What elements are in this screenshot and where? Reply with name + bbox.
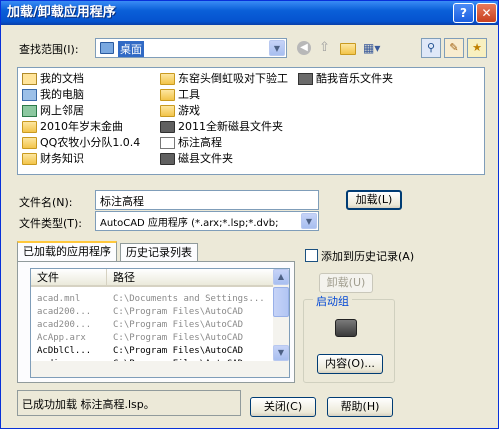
chevron-down-icon[interactable]: ▼ bbox=[269, 40, 285, 56]
filename-input[interactable]: 标注高程 bbox=[95, 190, 319, 210]
startup-group-title: 启动组 bbox=[313, 293, 352, 309]
look-in-value: 桌面 bbox=[118, 41, 144, 57]
file-item-label: 工具 bbox=[178, 88, 200, 101]
file-item[interactable]: 2010年岁末金曲 bbox=[20, 119, 123, 135]
column-header-path[interactable]: 路径 bbox=[107, 269, 275, 287]
back-icon[interactable]: ◀ bbox=[297, 41, 311, 55]
scroll-down-icon[interactable]: ▼ bbox=[273, 345, 289, 361]
column-header-file[interactable]: 文件 bbox=[31, 269, 107, 287]
table-row-file[interactable]: acad200... bbox=[37, 306, 91, 318]
table-row-file[interactable]: AcDblCl... bbox=[37, 345, 91, 357]
window-title: 加载/卸载应用程序 bbox=[7, 5, 116, 20]
file-item[interactable]: 我的文档 bbox=[20, 71, 84, 87]
folder-icon bbox=[22, 121, 37, 133]
briefcase-icon bbox=[335, 319, 357, 337]
file-item[interactable]: 2011全新磁县文件夹 bbox=[158, 119, 283, 135]
find-icon[interactable]: ⚲ bbox=[421, 38, 441, 58]
table-row-path: C:\Program Files\AutoCAD bbox=[113, 307, 244, 317]
tab-history-list[interactable]: 历史记录列表 bbox=[120, 243, 198, 262]
file-item-label: 东窑头倒虹吸对下验工 bbox=[178, 72, 288, 85]
table-row-path: C:\Program Files\AutoCAD bbox=[113, 333, 244, 343]
chevron-down-icon[interactable]: ▼ bbox=[301, 213, 317, 229]
folder-icon bbox=[22, 153, 37, 165]
horizontal-scrollbar[interactable] bbox=[31, 361, 275, 377]
add-history-checkbox[interactable] bbox=[305, 249, 318, 262]
file-item-label: 磁县文件夹 bbox=[178, 152, 233, 165]
help-title-button[interactable]: ? bbox=[453, 3, 474, 23]
loaded-apps-panel: 文件 路径 acad.mnl C:\Documents and Settings… bbox=[17, 261, 295, 383]
file-list[interactable]: 我的文档 我的电脑 网上邻居 2010年岁末金曲 QQ农牧小分队1.0.4 财务… bbox=[17, 67, 485, 175]
favorites-icon[interactable]: ★ bbox=[467, 38, 487, 58]
load-button[interactable]: 加载(L) bbox=[346, 190, 402, 210]
file-item-label: 我的电脑 bbox=[40, 88, 84, 101]
file-item[interactable]: 磁县文件夹 bbox=[158, 151, 233, 167]
table-row-file[interactable]: AcApp.arx bbox=[37, 332, 86, 344]
desktop-icon bbox=[100, 42, 114, 54]
table-row-path: C:\Program Files\AutoCAD bbox=[113, 320, 244, 330]
file-item[interactable]: QQ农牧小分队1.0.4 bbox=[20, 135, 140, 151]
loaded-apps-table[interactable]: 文件 路径 acad.mnl C:\Documents and Settings… bbox=[30, 268, 290, 378]
filename-value: 标注高程 bbox=[100, 195, 144, 208]
close-button[interactable]: 关闭(C) bbox=[250, 397, 316, 417]
up-folder-icon[interactable]: ⇧ bbox=[319, 41, 333, 55]
file-item[interactable]: 东窑头倒虹吸对下验工 bbox=[158, 71, 288, 87]
folder-icon bbox=[160, 121, 175, 133]
table-row-path: C:\Program Files\AutoCAD bbox=[113, 346, 244, 356]
file-item-label: 酷我音乐文件夹 bbox=[316, 72, 393, 85]
look-in-label: 查找范围(I): bbox=[19, 43, 79, 56]
new-folder-icon[interactable] bbox=[340, 43, 356, 55]
help-button[interactable]: 帮助(H) bbox=[327, 397, 393, 417]
file-item-label: QQ农牧小分队1.0.4 bbox=[40, 136, 141, 149]
table-row-file[interactable]: acad200... bbox=[37, 319, 91, 331]
file-item-label: 财务知识 bbox=[40, 152, 84, 165]
music-folder-icon bbox=[298, 73, 313, 85]
filename-label: 文件名(N): bbox=[19, 196, 73, 209]
file-item[interactable]: 工具 bbox=[158, 87, 200, 103]
file-item-label: 标注高程 bbox=[178, 136, 222, 149]
table-row-file[interactable]: acad.mnl bbox=[37, 293, 80, 305]
file-item[interactable]: 标注高程 bbox=[158, 135, 222, 151]
status-box: 已成功加载 标注高程.lsp。 bbox=[17, 390, 241, 416]
my-computer-icon bbox=[22, 89, 37, 101]
tab-loaded-apps[interactable]: 已加载的应用程序 bbox=[17, 241, 117, 262]
file-item-label: 2011全新磁县文件夹 bbox=[178, 120, 283, 133]
file-item[interactable]: 网上邻居 bbox=[20, 103, 84, 119]
close-title-button[interactable]: ✕ bbox=[476, 3, 497, 23]
load-unload-dialog: 加载/卸载应用程序 ? ✕ 查找范围(I): 桌面 ▼ ◀ ⇧ ▦▾ ⚲ ✎ ★… bbox=[0, 0, 499, 429]
scroll-up-icon[interactable]: ▲ bbox=[273, 269, 289, 285]
filetype-label: 文件类型(T): bbox=[19, 217, 83, 230]
file-item-label: 游戏 bbox=[178, 104, 200, 117]
views-icon[interactable]: ▦▾ bbox=[363, 41, 385, 56]
table-row-path: C:\Documents and Settings... bbox=[113, 294, 265, 304]
filetype-value: AutoCAD 应用程序 (*.arx;*.lsp;*.dvb; bbox=[100, 218, 279, 229]
folder-icon bbox=[160, 89, 175, 101]
file-item[interactable]: 我的电脑 bbox=[20, 87, 84, 103]
my-documents-icon bbox=[22, 73, 37, 85]
status-text: 已成功加载 标注高程.lsp。 bbox=[22, 398, 155, 411]
folder-icon bbox=[160, 105, 175, 117]
file-item-label: 网上邻居 bbox=[40, 104, 84, 117]
file-item-label: 我的文档 bbox=[40, 72, 84, 85]
folder-icon bbox=[160, 73, 175, 85]
scroll-thumb[interactable] bbox=[273, 287, 289, 317]
unload-button[interactable]: 卸载(U) bbox=[319, 273, 373, 293]
contents-button[interactable]: 内容(O)... bbox=[317, 354, 383, 374]
folder-icon bbox=[22, 137, 37, 149]
vertical-scrollbar[interactable]: ▲ ▼ bbox=[273, 269, 289, 377]
tools-icon[interactable]: ✎ bbox=[444, 38, 464, 58]
network-places-icon bbox=[22, 105, 37, 117]
filetype-combo[interactable]: AutoCAD 应用程序 (*.arx;*.lsp;*.dvb; ▼ bbox=[95, 211, 319, 231]
add-history-label: 添加到历史记录(A) bbox=[321, 250, 415, 263]
look-in-combo[interactable]: 桌面 ▼ bbox=[95, 38, 287, 58]
lisp-file-icon bbox=[160, 137, 175, 149]
file-item[interactable]: 游戏 bbox=[158, 103, 200, 119]
file-item[interactable]: 酷我音乐文件夹 bbox=[296, 71, 393, 87]
title-bar: 加载/卸载应用程序 bbox=[1, 1, 498, 25]
file-item[interactable]: 财务知识 bbox=[20, 151, 84, 167]
file-item-label: 2010年岁末金曲 bbox=[40, 120, 123, 133]
folder-icon bbox=[160, 153, 175, 165]
